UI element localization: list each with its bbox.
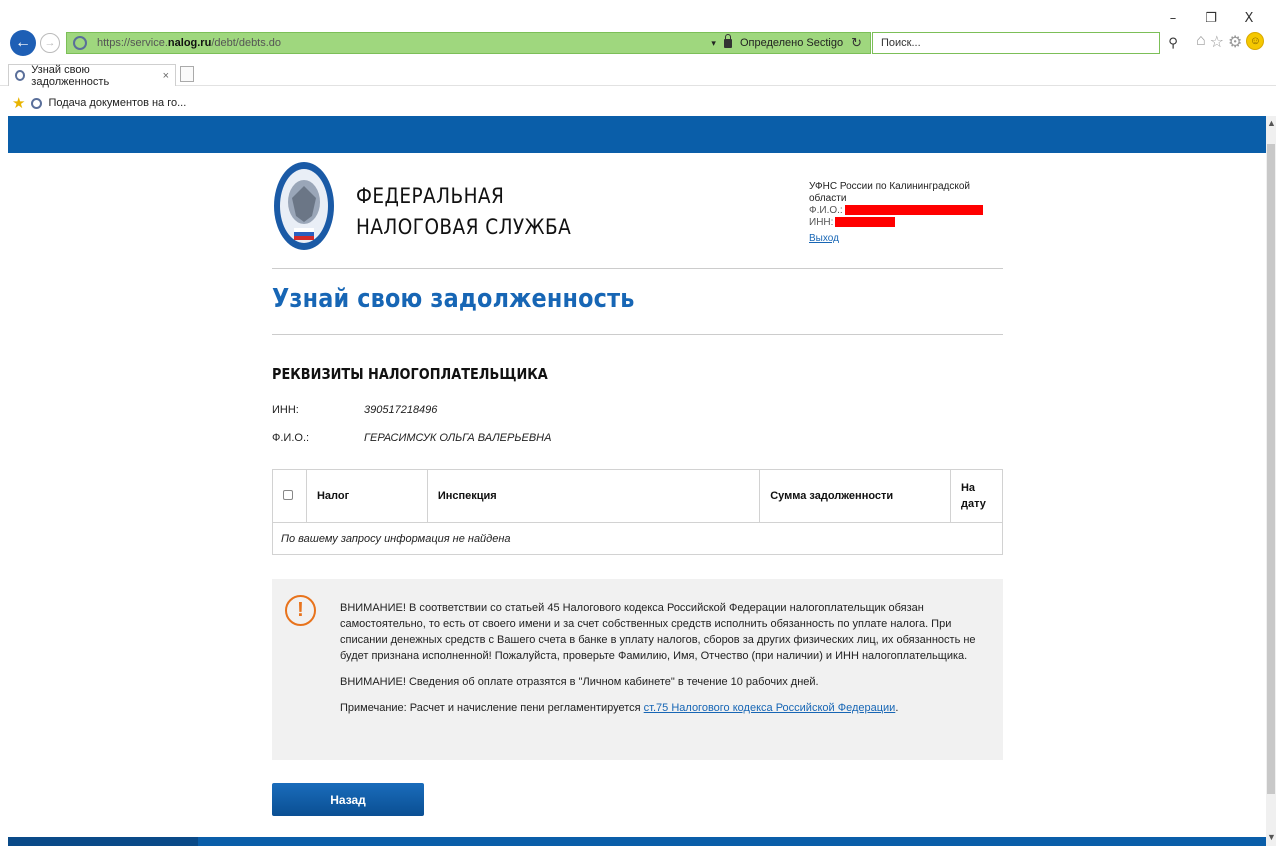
tax-code-article-link[interactable]: ст.75 Налогового кодекса Российской Феде… <box>644 702 896 714</box>
site-top-bar <box>8 116 1266 153</box>
col-date[interactable]: На дату <box>949 469 1004 523</box>
debts-table: Налог Инспекция Сумма задолженности На д… <box>272 469 1004 555</box>
home-icon[interactable]: ⌂ <box>1196 32 1206 52</box>
favorites-star-icon[interactable]: ★ <box>12 94 25 112</box>
empty-message: По вашему запросу информация не найдена <box>272 522 1003 555</box>
office-name: УФНС России по Калининградской области <box>809 181 971 204</box>
page-viewport: ФЕДЕРАЛЬНАЯ НАЛОГОВАЯ СЛУЖБА УФНС России… <box>8 116 1266 846</box>
notice-p3-suffix: . <box>895 702 899 714</box>
forward-button[interactable]: → <box>40 33 60 53</box>
back-button[interactable]: ← <box>10 30 36 56</box>
scroll-up-icon[interactable]: ▲ <box>1267 118 1276 128</box>
close-window-button[interactable]: X <box>1230 6 1268 30</box>
site-identity-icon <box>15 70 26 81</box>
back-button[interactable]: Назад <box>272 783 424 816</box>
fio-value: ГЕРАСИМСУК ОЛЬГА ВАЛЕРЬЕВНА <box>364 432 552 444</box>
section-title: РЕКВИЗИТЫ НАЛОГОПЛАТЕЛЬЩИКА <box>272 365 548 383</box>
notice-box: ! ВНИМАНИЕ! В соответствии со статьей 45… <box>272 579 1003 760</box>
smiley-icon[interactable]: ☺ <box>1246 32 1265 50</box>
user-inn-row: ИНН: <box>809 217 1004 229</box>
favorite-link[interactable]: Подача документов на го... <box>48 97 186 109</box>
taxpayer-fio: Ф.И.О.: ГЕРАСИМСУК ОЛЬГА ВАЛЕРЬЕВНА <box>272 432 551 444</box>
logout-link[interactable]: Выход <box>809 233 839 245</box>
maximize-button[interactable]: ❐ <box>1192 6 1230 30</box>
favorites-bar: ★ Подача документов на го... <box>0 92 1276 114</box>
exclamation-icon: ! <box>285 595 316 626</box>
brand-line-2: НАЛОГОВАЯ СЛУЖБА <box>356 215 572 239</box>
minimize-button[interactable]: – <box>1154 6 1192 30</box>
scroll-down-icon[interactable]: ▼ <box>1267 832 1276 842</box>
search-button[interactable]: ⚲ <box>1160 32 1186 54</box>
gear-icon[interactable]: ⚙ <box>1228 32 1242 52</box>
arrow-right-icon: → <box>44 37 56 49</box>
table-row: По вашему запросу информация не найдена <box>272 522 1003 555</box>
site-header: ФЕДЕРАЛЬНАЯ НАЛОГОВАЯ СЛУЖБА УФНС России… <box>272 156 1004 256</box>
col-tax[interactable]: Налог <box>305 469 428 523</box>
redacted-inn <box>835 217 896 228</box>
notice-p3-prefix: Примечание: Расчет и начисление пени рег… <box>340 702 644 714</box>
navigation-bar: ← → https://service.nalog.ru/debt/debts.… <box>6 30 1270 56</box>
vertical-scrollbar[interactable]: ▲ ▼ <box>1266 116 1276 846</box>
fio-label: Ф.И.О.: <box>272 432 310 444</box>
url-host: nalog.ru <box>167 37 212 49</box>
window-controls: – ❐ X <box>1154 6 1268 30</box>
notice-paragraph-3: Примечание: Расчет и начисление пени рег… <box>340 700 995 716</box>
divider <box>272 334 1003 335</box>
site-identity-icon <box>31 97 43 109</box>
brand-name[interactable]: ФЕДЕРАЛЬНАЯ НАЛОГОВАЯ СЛУЖБА <box>356 181 571 243</box>
site-identity-icon <box>73 36 87 50</box>
tab-title: Узнай свою задолженность <box>31 63 110 88</box>
url-text[interactable]: https://service.nalog.ru/debt/debts.do <box>97 37 281 49</box>
divider <box>272 268 1003 269</box>
col-inspection[interactable]: Инспекция <box>426 469 761 523</box>
fio-label: Ф.И.О.: <box>809 205 843 216</box>
browser-tools: ⌂ ☆ ⚙ ☺ <box>1196 32 1265 52</box>
browser-chrome: – ❐ X ← → https://service.nalog.ru/debt/… <box>0 0 1276 118</box>
refresh-icon[interactable]: ↻ <box>851 35 862 51</box>
address-bar[interactable]: https://service.nalog.ru/debt/debts.do ▾… <box>66 32 871 54</box>
inn-label: ИНН: <box>809 217 834 228</box>
page-title: Узнай свою задолженность <box>272 284 635 314</box>
select-all-checkbox[interactable] <box>283 489 293 500</box>
fns-emblem-icon[interactable] <box>272 158 336 254</box>
address-bar-tools: ▾ Определено Sectigo ↻ <box>711 33 862 51</box>
select-all-cell <box>272 469 307 523</box>
lock-icon[interactable] <box>723 33 732 48</box>
notice-text: ВНИМАНИЕ! В соответствии со статьей 45 Н… <box>340 600 995 726</box>
table-header-row: Налог Инспекция Сумма задолженности На д… <box>272 469 1004 523</box>
notice-paragraph-2: ВНИМАНИЕ! Сведения об оплате отразятся в… <box>340 676 819 688</box>
notice-paragraph-1: ВНИМАНИЕ! В соответствии со статьей 45 Н… <box>340 602 976 662</box>
inn-value: 390517218496 <box>364 404 438 416</box>
tab-strip: Узнай свою задолженность × <box>0 62 1276 88</box>
redacted-fio <box>844 205 983 216</box>
new-tab-button[interactable] <box>180 66 194 82</box>
chevron-down-icon[interactable]: ▾ <box>711 38 716 49</box>
star-icon[interactable]: ☆ <box>1210 32 1224 52</box>
tab-close-button[interactable]: × <box>163 70 169 82</box>
search-input[interactable]: Поиск... <box>872 32 1160 54</box>
url-scheme: https://service. <box>97 37 168 49</box>
inn-label: ИНН: <box>272 404 299 416</box>
col-amount[interactable]: Сумма задолженности <box>759 469 951 523</box>
certificate-label[interactable]: Определено Sectigo <box>740 37 843 49</box>
taxpayer-inn: ИНН: 390517218496 <box>272 404 437 416</box>
footer-accent <box>8 837 198 846</box>
user-info: УФНС России по Калининградской области Ф… <box>809 181 1004 245</box>
arrow-left-icon: ← <box>15 34 31 51</box>
user-fio-row: Ф.И.О.: <box>809 205 1004 217</box>
brand-line-1: ФЕДЕРАЛЬНАЯ <box>356 184 505 208</box>
url-path: /debt/debts.do <box>211 37 282 49</box>
search-icon: ⚲ <box>1168 35 1178 50</box>
site-footer-bar <box>8 837 1266 846</box>
tab-debt[interactable]: Узнай свою задолженность × <box>8 63 176 88</box>
scrollbar-thumb[interactable] <box>1267 144 1275 794</box>
